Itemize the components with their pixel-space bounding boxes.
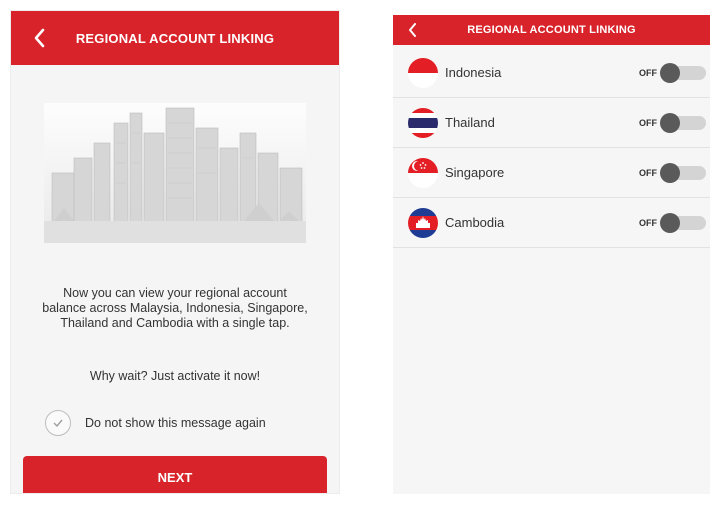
cambodia-flag-icon — [408, 207, 438, 238]
toggle-knob — [660, 212, 680, 233]
next-button[interactable]: NEXT — [23, 456, 327, 493]
country-name: Singapore — [445, 165, 505, 180]
city-skyline-illustration — [44, 103, 306, 243]
chevron-left-icon — [34, 28, 45, 48]
country-row-singapore: Singapore OFF — [393, 148, 710, 198]
toggle-state-label: OFF — [639, 167, 657, 178]
toggle-state-label: OFF — [639, 217, 657, 228]
toggle-knob — [660, 112, 680, 133]
indonesia-flag-icon — [408, 57, 438, 88]
country-row-indonesia: Indonesia OFF — [393, 48, 710, 98]
singapore-flag-icon — [408, 157, 438, 188]
regional-linking-intro-screen: REGIONAL ACCOUNT LINKING Now you can vie… — [10, 10, 340, 494]
dont-show-again-row: Do not show this message again — [45, 410, 266, 436]
country-row-cambodia: Cambodia OFF — [393, 198, 710, 248]
regional-linking-countries-screen: REGIONAL ACCOUNT LINKING Indonesia OFF T… — [393, 15, 710, 494]
toggle-indonesia[interactable]: OFF — [639, 62, 706, 83]
toggle-track — [660, 112, 706, 133]
country-name: Cambodia — [445, 215, 505, 230]
toggle-state-label: OFF — [639, 117, 657, 128]
country-list: Indonesia OFF Thailand OFF Singapore OFF… — [393, 48, 710, 248]
app-bar: REGIONAL ACCOUNT LINKING — [11, 11, 339, 65]
toggle-knob — [660, 62, 680, 83]
toggle-track — [660, 62, 706, 83]
toggle-singapore[interactable]: OFF — [639, 162, 706, 183]
dont-show-again-label: Do not show this message again — [85, 416, 266, 430]
page-title: REGIONAL ACCOUNT LINKING — [467, 24, 636, 36]
page-title: REGIONAL ACCOUNT LINKING — [75, 30, 275, 46]
toggle-track — [660, 162, 706, 183]
country-name: Thailand — [445, 115, 495, 130]
toggle-thailand[interactable]: OFF — [639, 112, 706, 133]
dont-show-again-checkbox[interactable] — [45, 410, 71, 436]
back-button[interactable] — [401, 15, 423, 45]
toggle-cambodia[interactable]: OFF — [639, 212, 706, 233]
chevron-left-icon — [408, 23, 416, 37]
back-button[interactable] — [25, 11, 53, 65]
country-row-thailand: Thailand OFF — [393, 98, 710, 148]
thailand-flag-icon — [408, 107, 438, 138]
toggle-knob — [660, 162, 680, 183]
app-bar: REGIONAL ACCOUNT LINKING — [393, 15, 710, 45]
toggle-track — [660, 212, 706, 233]
toggle-state-label: OFF — [639, 67, 657, 78]
call-to-action-text: Why wait? Just activate it now! — [89, 369, 261, 383]
intro-message: Now you can view your regional account b… — [42, 286, 308, 330]
checkmark-icon — [53, 419, 63, 427]
country-name: Indonesia — [445, 65, 502, 80]
